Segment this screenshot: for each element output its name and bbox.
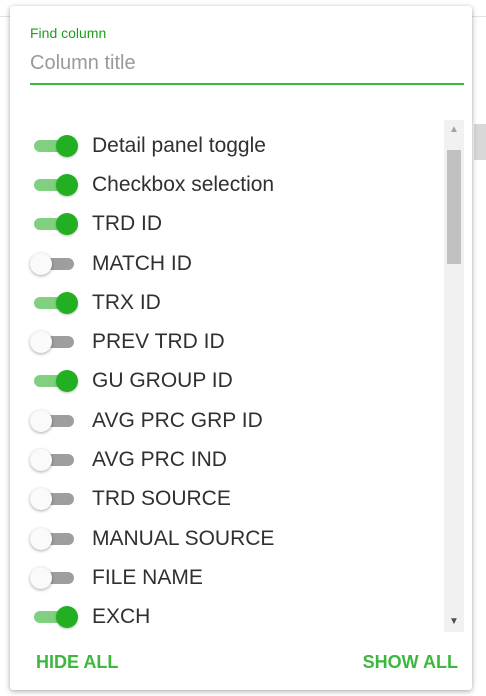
visibility-switch[interactable] <box>30 134 78 157</box>
column-toggle-row[interactable]: TRD ID <box>30 205 274 244</box>
switch-thumb <box>56 606 78 629</box>
switch-thumb <box>30 488 52 511</box>
visibility-switch[interactable] <box>30 331 78 354</box>
scrollbar-thumb[interactable] <box>447 150 461 264</box>
switch-thumb <box>56 134 78 157</box>
switch-thumb <box>56 213 78 236</box>
column-list-area: Detail panel toggle Checkbox selection TRD… <box>10 116 472 638</box>
column-toggle-row[interactable]: MATCH ID <box>30 244 274 283</box>
panel-footer: HIDE ALL SHOW ALL <box>10 638 472 690</box>
column-list: Detail panel toggle Checkbox selection TRD… <box>30 126 274 637</box>
scroll-down-icon[interactable]: ▼ <box>444 612 464 632</box>
column-toggle-row[interactable]: EXCH <box>30 598 274 637</box>
switch-thumb <box>30 527 52 550</box>
column-list-scrollbar[interactable]: ▲ ▼ <box>444 120 464 632</box>
hide-all-button[interactable]: HIDE ALL <box>36 652 118 673</box>
column-toggle-row[interactable]: Checkbox selection <box>30 165 274 204</box>
visibility-switch[interactable] <box>30 173 78 196</box>
column-label: TRD ID <box>92 212 162 236</box>
column-title-input[interactable] <box>30 52 464 85</box>
find-column-label: Find column <box>30 25 107 41</box>
column-label: AVG PRC GRP ID <box>92 408 263 432</box>
visibility-switch[interactable] <box>30 488 78 511</box>
switch-thumb <box>56 173 78 196</box>
column-label: Detail panel toggle <box>92 133 266 157</box>
switch-thumb <box>30 252 52 275</box>
column-toggle-row[interactable]: TRD SOURCE <box>30 480 274 519</box>
column-label: Checkbox selection <box>92 172 275 196</box>
switch-thumb <box>30 449 52 472</box>
column-toggle-row[interactable]: GU GROUP ID <box>30 362 274 401</box>
visibility-switch[interactable] <box>30 291 78 314</box>
column-toggle-row[interactable]: MANUAL SOURCE <box>30 519 274 558</box>
visibility-switch[interactable] <box>30 606 78 629</box>
background-divider <box>0 16 10 17</box>
columns-panel: Find column Detail panel toggle Checkbox … <box>10 6 472 690</box>
switch-thumb <box>30 331 52 354</box>
column-label: MANUAL SOURCE <box>92 526 275 550</box>
column-toggle-row[interactable]: AVG PRC GRP ID <box>30 401 274 440</box>
column-label: EXCH <box>92 605 151 629</box>
visibility-switch[interactable] <box>30 213 78 236</box>
column-toggle-row[interactable]: AVG PRC IND <box>30 440 274 479</box>
column-label: AVG PRC IND <box>92 448 227 472</box>
switch-thumb <box>56 291 78 314</box>
column-label: TRX ID <box>92 290 161 314</box>
visibility-switch[interactable] <box>30 449 78 472</box>
column-label: MATCH ID <box>92 251 192 275</box>
background-divider <box>472 16 486 17</box>
column-toggle-row[interactable]: TRX ID <box>30 283 274 322</box>
column-toggle-row[interactable]: FILE NAME <box>30 558 274 597</box>
show-all-button[interactable]: SHOW ALL <box>363 652 458 673</box>
visibility-switch[interactable] <box>30 252 78 275</box>
switch-thumb <box>56 370 78 393</box>
switch-thumb <box>30 409 52 432</box>
background-column-strip <box>474 124 486 160</box>
column-label: PREV TRD ID <box>92 330 225 354</box>
column-toggle-row[interactable]: PREV TRD ID <box>30 322 274 361</box>
visibility-switch[interactable] <box>30 566 78 589</box>
column-toggle-row[interactable]: Detail panel toggle <box>30 126 274 165</box>
switch-thumb <box>30 566 52 589</box>
column-label: FILE NAME <box>92 565 203 589</box>
find-column-field: Find column <box>30 24 464 85</box>
column-label: TRD SOURCE <box>92 487 231 511</box>
visibility-switch[interactable] <box>30 409 78 432</box>
visibility-switch[interactable] <box>30 527 78 550</box>
column-label: GU GROUP ID <box>92 369 233 393</box>
visibility-switch[interactable] <box>30 370 78 393</box>
scroll-up-icon[interactable]: ▲ <box>444 120 464 140</box>
